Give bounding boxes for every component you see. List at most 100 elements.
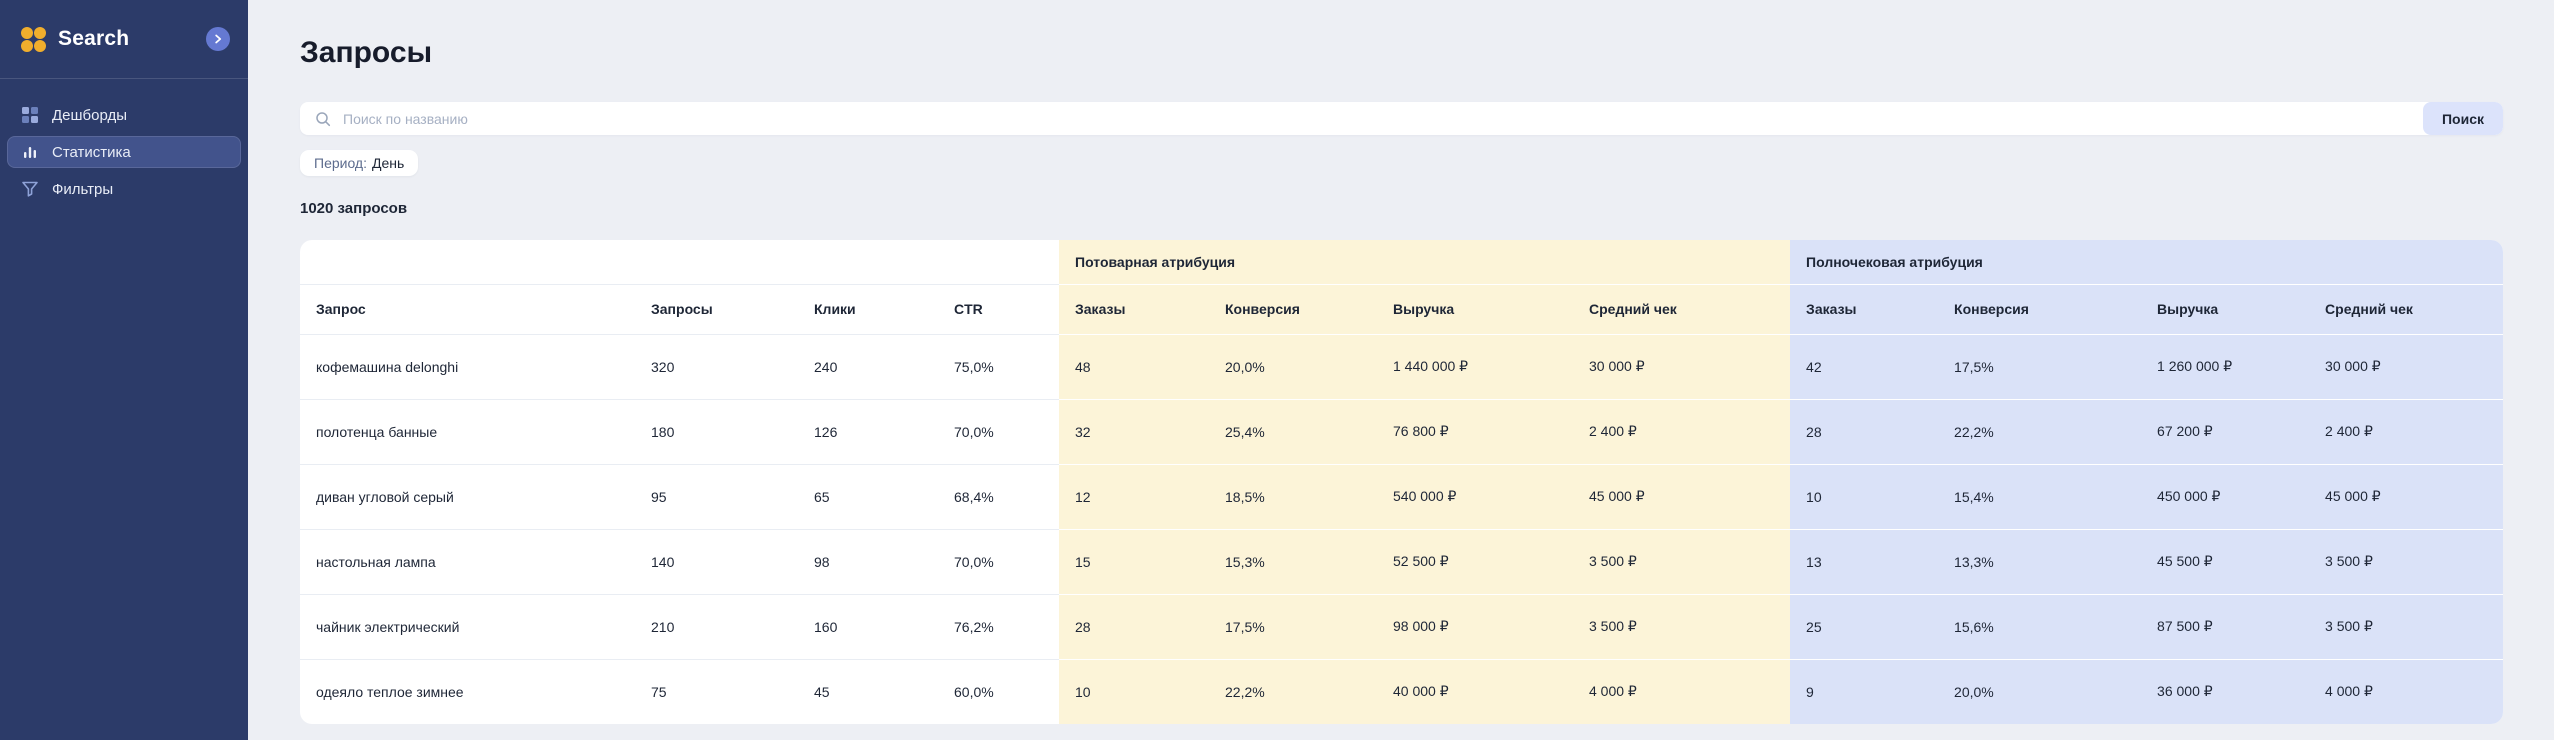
value-cell: 98 000 ₽ <box>1377 594 1573 660</box>
value-cell: 2 400 ₽ <box>1573 399 1791 465</box>
sidebar-item-statistics[interactable]: Статистика <box>7 136 241 168</box>
search-input[interactable] <box>331 102 2423 135</box>
value-cell: 65 <box>798 464 938 530</box>
query-cell: полотенца банные <box>300 399 635 465</box>
value-cell: 75 <box>651 683 667 700</box>
value-cell: 15 <box>1059 529 1209 595</box>
value-cell: 15,6% <box>1938 594 2142 660</box>
value-cell: 10 <box>1790 464 1939 530</box>
group-header-full-check-attribution: Полночековая атрибуция <box>1790 240 2503 285</box>
value-cell: 70,0% <box>938 399 1059 465</box>
value-cell: 25 <box>1790 594 1939 660</box>
sidebar-collapse-button[interactable] <box>206 27 230 51</box>
value-cell: 1 440 000 ₽ <box>1377 334 1573 400</box>
column-header: Конверсия <box>1938 284 2142 335</box>
column-header: CTR <box>938 284 1059 335</box>
value-cell: 4 000 ₽ <box>2309 659 2503 724</box>
filter-icon <box>22 181 38 197</box>
sidebar-item-filters[interactable]: Фильтры <box>7 173 241 205</box>
value-cell: 13 <box>1790 529 1939 595</box>
value-cell: 40 000 ₽ <box>1377 659 1573 724</box>
value-cell: 3 500 ₽ <box>2309 594 2503 660</box>
value-cell: 126 <box>798 399 938 465</box>
table-column-header-row: Запрос Запросы Клики CTR Заказы Конверси… <box>300 284 2503 335</box>
table-row: кофемашина delonghi 320 240 75,0% 48 20,0% 1 4… <box>300 334 2503 400</box>
table-row: настольная лампа 140 98 70,0% 15 15,3% 52 500 … <box>300 529 2503 595</box>
column-header: Запросы <box>635 284 798 335</box>
value-cell: 2 400 ₽ <box>2309 399 2503 465</box>
value-cell: 22,2% <box>1938 399 2142 465</box>
value-cell: 17,5% <box>1938 334 2142 400</box>
page-title: Запросы <box>300 36 433 69</box>
group-header-product-attribution: Потоварная атрибуция <box>1059 240 1791 285</box>
value-cell: 67 200 ₽ <box>2141 399 2310 465</box>
table-row: чайник электрический 210 160 76,2% 28 17,5% 98… <box>300 594 2503 660</box>
column-header: Заказы <box>1059 284 1209 335</box>
value-cell: 9 <box>1790 659 1939 724</box>
search-button[interactable]: Поиск <box>2423 102 2503 135</box>
value-cell: 36 000 ₽ <box>2141 659 2310 724</box>
value-cell: 140 <box>635 529 798 595</box>
value-cell: 28 <box>1059 594 1209 660</box>
value-cell: 76,2% <box>938 594 1059 660</box>
search-bar: Поиск <box>300 102 2503 135</box>
value-cell: 98 <box>798 529 938 595</box>
value-cell: 75,0% <box>938 334 1059 400</box>
value-cell: 32 <box>1059 399 1209 465</box>
value-cell: 4 000 ₽ <box>1573 659 1791 724</box>
dashboard-icon <box>22 107 38 123</box>
value-cell: 12 <box>1059 464 1209 530</box>
value-cell: 540 000 ₽ <box>1377 464 1573 530</box>
main-content: Запросы Поиск Период: День 1020 запросов <box>248 0 2554 740</box>
column-header: Конверсия <box>1209 284 1377 335</box>
query-cell: кофемашина delonghi <box>300 334 635 400</box>
logo-text: Search <box>58 27 130 50</box>
value-cell: 450 000 ₽ <box>2141 464 2310 530</box>
value-cell: 87 500 ₽ <box>2141 594 2310 660</box>
chevron-right-icon <box>215 34 222 44</box>
value-cell: 160 <box>798 594 938 660</box>
table-row: диван угловой серый 95 65 68,4% 12 18,5% 540 0… <box>300 464 2503 530</box>
value-cell: 30 000 ₽ <box>2309 334 2503 400</box>
query-cell: настольная лампа <box>300 529 635 595</box>
table-group-header-row: Потоварная атрибуция Полночековая атрибу… <box>300 240 2503 285</box>
value-cell: 18,5% <box>1209 464 1377 530</box>
value-cell: 3 500 ₽ <box>2309 529 2503 595</box>
value-cell: 45 500 ₽ <box>2141 529 2310 595</box>
table-row: полотенца банные 180 126 70,0% 32 25,4% 76 800… <box>300 399 2503 465</box>
value-cell: 17,5% <box>1209 594 1377 660</box>
value-cell: 25,4% <box>1209 399 1377 465</box>
group-header-base <box>300 240 1059 285</box>
value-cell: 22,2% <box>1209 659 1377 724</box>
value-cell: 76 800 ₽ <box>1377 399 1573 465</box>
column-header: Средний чек <box>1573 284 1791 335</box>
sidebar-item-dashboards[interactable]: Дешборды <box>7 99 241 131</box>
period-chip[interactable]: Период: День <box>300 150 419 176</box>
stats-icon <box>24 147 36 158</box>
value-cell: 1 260 000 ₽ <box>2141 334 2310 400</box>
column-header: Клики <box>798 284 938 335</box>
value-cell: 30 000 ₽ <box>1573 334 1791 400</box>
value-cell: 240 <box>798 334 938 400</box>
value-cell: 180 <box>635 399 798 465</box>
value-cell: 95 <box>635 464 798 530</box>
value-cell: 320 <box>635 334 798 400</box>
period-chip-value: День <box>372 155 405 171</box>
value-cell: 10 <box>1059 659 1209 724</box>
value-cell: 52 500 ₽ <box>1377 529 1573 595</box>
value-cell: 45 <box>814 683 830 700</box>
value-cell: 3 500 ₽ <box>1573 529 1791 595</box>
value-cell: 48 <box>1059 334 1209 400</box>
column-header: Средний чек <box>2309 284 2503 335</box>
period-chip-label: Период: <box>314 155 367 171</box>
query-cell: чайник электрический <box>300 594 635 660</box>
table-row: одеяло теплое зимнее 75 45 60,0% 10 22,2% 40 0… <box>300 659 2503 724</box>
value-cell: 60,0% <box>954 683 994 700</box>
query-cell: одеяло теплое зимнее <box>316 683 464 700</box>
search-icon <box>300 102 331 135</box>
value-cell: 210 <box>635 594 798 660</box>
results-count: 1020 запросов <box>300 200 408 217</box>
logo-icon <box>21 26 46 52</box>
sidebar: Search Дешборды Статистика Фильтры <box>0 0 248 740</box>
value-cell: 15,4% <box>1938 464 2142 530</box>
